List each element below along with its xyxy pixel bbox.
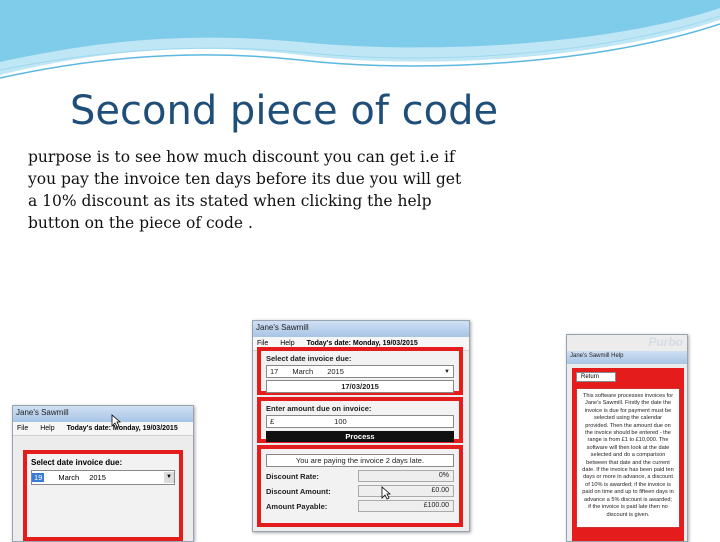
date-picker[interactable]: 17 March 2015 ▼ [266, 365, 454, 378]
help-window: Purbo Jane's Sawmill Help Return This so… [566, 334, 688, 542]
logo-watermark: Purbo [648, 335, 683, 349]
slide-title: Second piece of code [70, 88, 499, 134]
year-value: 2015 [89, 473, 106, 482]
amount-payable-value: £100.00 [358, 500, 454, 512]
amount-input[interactable]: £ 100 [266, 415, 454, 428]
selected-date-display: 17/03/2015 [266, 380, 454, 393]
amount-label: Enter amount due on invoice: [266, 404, 372, 413]
amount-value: 100 [334, 417, 347, 426]
amount-payable-label: Amount Payable: [266, 501, 328, 511]
currency-symbol: £ [270, 417, 275, 426]
amount-panel: Enter amount due on invoice: £ 100 Proce… [257, 397, 463, 443]
window-title: Jane's Sawmill Help [567, 351, 687, 364]
result-row: Amount Payable: £100.00 [266, 500, 454, 512]
discount-amount-label: Discount Amount: [266, 486, 331, 496]
help-panel: Return This software processes invoices … [572, 368, 684, 541]
month-value: March [292, 367, 314, 376]
year-value: 2015 [327, 367, 344, 376]
result-row: Discount Rate: 0% [266, 470, 454, 482]
process-button[interactable]: Process [266, 431, 454, 442]
month-value: March [58, 473, 80, 482]
sawmill-window-main: Jane's Sawmill File Help Today's date: M… [252, 320, 470, 532]
return-button[interactable]: Return [576, 372, 616, 382]
discount-rate-label: Discount Rate: [266, 471, 319, 481]
dropdown-arrow-icon[interactable]: ▼ [164, 472, 174, 483]
window-title: Jane's Sawmill [253, 321, 469, 337]
today-date: Today's date: Monday, 19/03/2015 [66, 425, 178, 432]
discount-amount-value: £0.00 [358, 485, 454, 497]
discount-rate-value: 0% [358, 470, 454, 482]
menu-file[interactable]: File [17, 425, 28, 432]
sawmill-window-small: Jane's Sawmill File Help Today's date: M… [12, 405, 194, 542]
help-text: This software processes invoices for Jan… [576, 388, 680, 528]
select-date-label: Select date invoice due: [266, 354, 352, 363]
select-date-label: Select date invoice due: [31, 458, 123, 467]
menu-help[interactable]: Help [40, 425, 54, 432]
date-panel: Select date invoice due: 19 March 2015 ▼ [23, 450, 183, 541]
day-value[interactable]: 19 [32, 473, 45, 482]
menu-bar: File Help Today's date: Monday, 19/03/20… [13, 422, 193, 436]
decorative-wave-banner [0, 0, 720, 79]
status-message: You are paying the invoice 2 days late. [266, 454, 454, 467]
dropdown-arrow-icon[interactable]: ▼ [444, 369, 450, 375]
cursor-arrow-icon [111, 414, 121, 428]
day-value: 17 [270, 367, 279, 376]
date-panel: Select date invoice due: 17 March 2015 ▼… [257, 347, 463, 395]
results-panel: You are paying the invoice 2 days late. … [257, 445, 463, 527]
menu-file[interactable]: File [257, 340, 268, 347]
date-picker[interactable]: 19 March 2015 ▼ [31, 470, 175, 485]
slide-body-text: purpose is to see how much discount you … [28, 148, 462, 232]
menu-help[interactable]: Help [280, 340, 294, 347]
result-row: Discount Amount: £0.00 [266, 485, 454, 497]
cursor-arrow-icon [381, 486, 391, 500]
today-date: Today's date: Monday, 19/03/2015 [306, 340, 418, 347]
window-title: Jane's Sawmill [13, 406, 193, 422]
